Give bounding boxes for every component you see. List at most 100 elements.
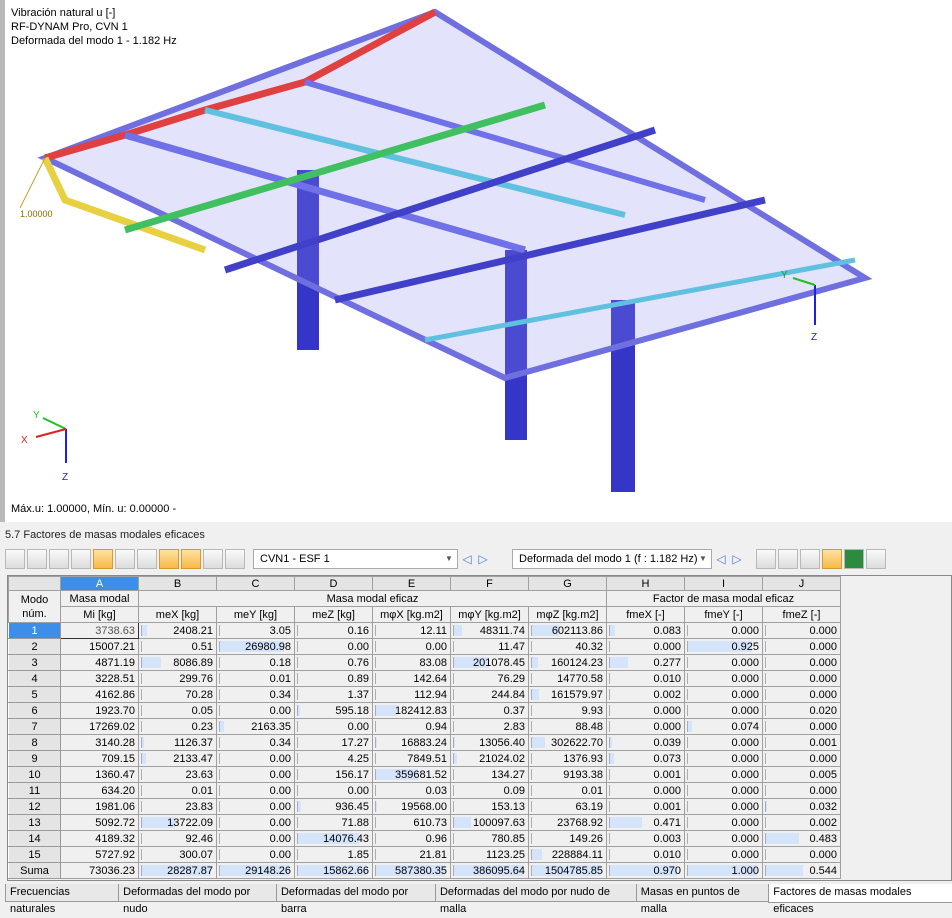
table-cell[interactable]: 71.88 <box>294 814 373 831</box>
table-cell[interactable]: 0.01 <box>216 670 295 687</box>
table-cell[interactable]: 0.002 <box>762 814 841 831</box>
table-cell[interactable]: 5727.92 <box>60 846 139 863</box>
previous-mode-icon[interactable]: ◁ <box>714 552 728 566</box>
table-cell[interactable]: 0.000 <box>684 734 763 751</box>
table-row[interactable]: 15 5727.92 300.07 0.00 1.85 21.81 1123.25 22888… <box>8 846 841 863</box>
table-cell[interactable]: 0.00 <box>216 782 295 799</box>
table-cell[interactable]: 153.13 <box>450 798 529 815</box>
table-cell[interactable]: 9193.38 <box>528 766 607 783</box>
table-cell[interactable]: 0.074 <box>684 718 763 735</box>
table-cell[interactable]: 21.81 <box>372 846 451 863</box>
table-cell[interactable]: 0.00 <box>372 638 451 655</box>
table-cell[interactable]: 15007.21 <box>60 638 139 655</box>
diagram-icon[interactable] <box>756 549 776 569</box>
table-cell[interactable]: 3738.63 <box>60 622 139 639</box>
table-cell[interactable]: 2133.47 <box>138 750 217 767</box>
table-cell[interactable]: 0.970 <box>606 862 685 879</box>
row-number[interactable]: 12 <box>8 798 61 815</box>
table-cell[interactable]: 0.083 <box>606 622 685 639</box>
results-table[interactable]: ABCDEFGHIJ Modo núm. Masa modal Masa moda… <box>7 575 952 881</box>
table-cell[interactable]: 0.002 <box>606 686 685 703</box>
table-cell[interactable]: 161579.97 <box>528 686 607 703</box>
table-cell[interactable]: 8086.89 <box>138 654 217 671</box>
tab-factores-de-masas-modales-eficaces[interactable]: Factores de masas modales eficaces <box>768 884 952 915</box>
tab-deformadas-del-modo-por-barra[interactable]: Deformadas del modo por barra <box>275 884 436 915</box>
table-cell[interactable]: 0.18 <box>216 654 295 671</box>
jump-icon[interactable] <box>181 549 201 569</box>
table-cell[interactable]: 0.00 <box>216 798 295 815</box>
column-letter[interactable]: A <box>60 576 139 591</box>
table-cell[interactable]: 1981.06 <box>60 798 139 815</box>
table-cell[interactable]: 0.94 <box>372 718 451 735</box>
table-cell[interactable]: 1.85 <box>294 846 373 863</box>
table-row[interactable]: 4 3228.51 299.76 0.01 0.89 142.64 76.29 14770.5… <box>8 670 841 687</box>
table-cell[interactable]: 0.23 <box>138 718 217 735</box>
table-cell[interactable]: 0.001 <box>762 734 841 751</box>
column-letter[interactable]: F <box>450 576 529 591</box>
table-cell[interactable]: 0.003 <box>606 830 685 847</box>
table-cell[interactable]: 12.11 <box>372 622 451 639</box>
table-cell[interactable]: 0.34 <box>216 686 295 703</box>
row-number[interactable]: 11 <box>8 782 61 799</box>
table-cell[interactable]: 0.000 <box>762 638 841 655</box>
table-cell[interactable]: 0.00 <box>216 830 295 847</box>
table-cell[interactable]: 0.00 <box>216 814 295 831</box>
next-case-icon[interactable]: ▷ <box>476 552 490 566</box>
table-cell[interactable]: 1.000 <box>684 862 763 879</box>
table-cell[interactable]: 48311.74 <box>450 622 529 639</box>
calculator-icon[interactable] <box>866 549 886 569</box>
table-cell[interactable]: 0.000 <box>684 702 763 719</box>
table-cell[interactable]: 0.34 <box>216 734 295 751</box>
table-cell[interactable]: 2.83 <box>450 718 529 735</box>
table-cell[interactable]: 0.05 <box>138 702 217 719</box>
table-cell[interactable]: 0.000 <box>684 798 763 815</box>
table-cell[interactable]: 634.20 <box>60 782 139 799</box>
table-cell[interactable]: 299.76 <box>138 670 217 687</box>
info-icon[interactable] <box>800 549 820 569</box>
3d-viewport[interactable]: Vibración natural u [-] RF-DYNAM Pro, CV… <box>0 0 952 522</box>
table-cell[interactable]: 1504785.85 <box>528 862 607 879</box>
table-cell[interactable]: 1360.47 <box>60 766 139 783</box>
tab-frecuencias-naturales[interactable]: Frecuencias naturales <box>5 884 120 915</box>
table-cell[interactable]: 0.00 <box>294 638 373 655</box>
row-number[interactable]: 8 <box>8 734 61 751</box>
table-cell[interactable]: 83.08 <box>372 654 451 671</box>
table-cell[interactable]: 73036.23 <box>60 862 139 879</box>
table-row[interactable]: 10 1360.47 23.63 0.00 156.17 359681.52 134.27 9… <box>8 766 841 783</box>
table-cell[interactable]: 0.544 <box>762 862 841 879</box>
table-cell[interactable]: 28287.87 <box>138 862 217 879</box>
table-cell[interactable]: 63.19 <box>528 798 607 815</box>
table-cell[interactable]: 14076.43 <box>294 830 373 847</box>
table-cell[interactable]: 4162.86 <box>60 686 139 703</box>
table-cell[interactable]: 0.00 <box>216 750 295 767</box>
table-cell[interactable]: 300.07 <box>138 846 217 863</box>
table-row[interactable]: 14 4189.32 92.46 0.00 14076.43 0.96 780.85 149.… <box>8 830 841 847</box>
table-row[interactable]: 11 634.20 0.01 0.00 0.00 0.03 0.09 0.01 0.000 0.0… <box>8 782 841 799</box>
table-cell[interactable]: 0.000 <box>762 686 841 703</box>
table-cell[interactable]: 302622.70 <box>528 734 607 751</box>
table-cell[interactable]: 17.27 <box>294 734 373 751</box>
column-letter[interactable]: B <box>138 576 217 591</box>
table-row[interactable]: 1 3738.63 2408.21 3.05 0.16 12.11 48311.74 6021… <box>8 622 841 639</box>
table-cell[interactable]: 4189.32 <box>60 830 139 847</box>
tab-deformadas-del-modo-por-nudo-de-malla[interactable]: Deformadas del modo por nudo de malla <box>434 884 637 915</box>
column-letter[interactable]: D <box>294 576 373 591</box>
row-number[interactable]: 5 <box>8 686 61 703</box>
table-cell[interactable]: 0.000 <box>684 846 763 863</box>
table-cell[interactable]: 134.27 <box>450 766 529 783</box>
table-cell[interactable]: 0.00 <box>216 846 295 863</box>
table-cell[interactable]: 0.01 <box>528 782 607 799</box>
sort-icon[interactable] <box>49 549 69 569</box>
table-cell[interactable]: 0.020 <box>762 702 841 719</box>
table-cell[interactable]: 0.000 <box>762 622 841 639</box>
table-cell[interactable]: 359681.52 <box>372 766 451 783</box>
row-number[interactable]: 10 <box>8 766 61 783</box>
table-cell[interactable]: 70.28 <box>138 686 217 703</box>
row-number[interactable]: 3 <box>8 654 61 671</box>
table-cell[interactable]: 0.09 <box>450 782 529 799</box>
table-cell[interactable]: 610.73 <box>372 814 451 831</box>
table-cell[interactable]: 0.000 <box>606 718 685 735</box>
table-cell[interactable]: 100097.63 <box>450 814 529 831</box>
table-cell[interactable]: 0.000 <box>684 830 763 847</box>
table-cell[interactable]: 0.96 <box>372 830 451 847</box>
